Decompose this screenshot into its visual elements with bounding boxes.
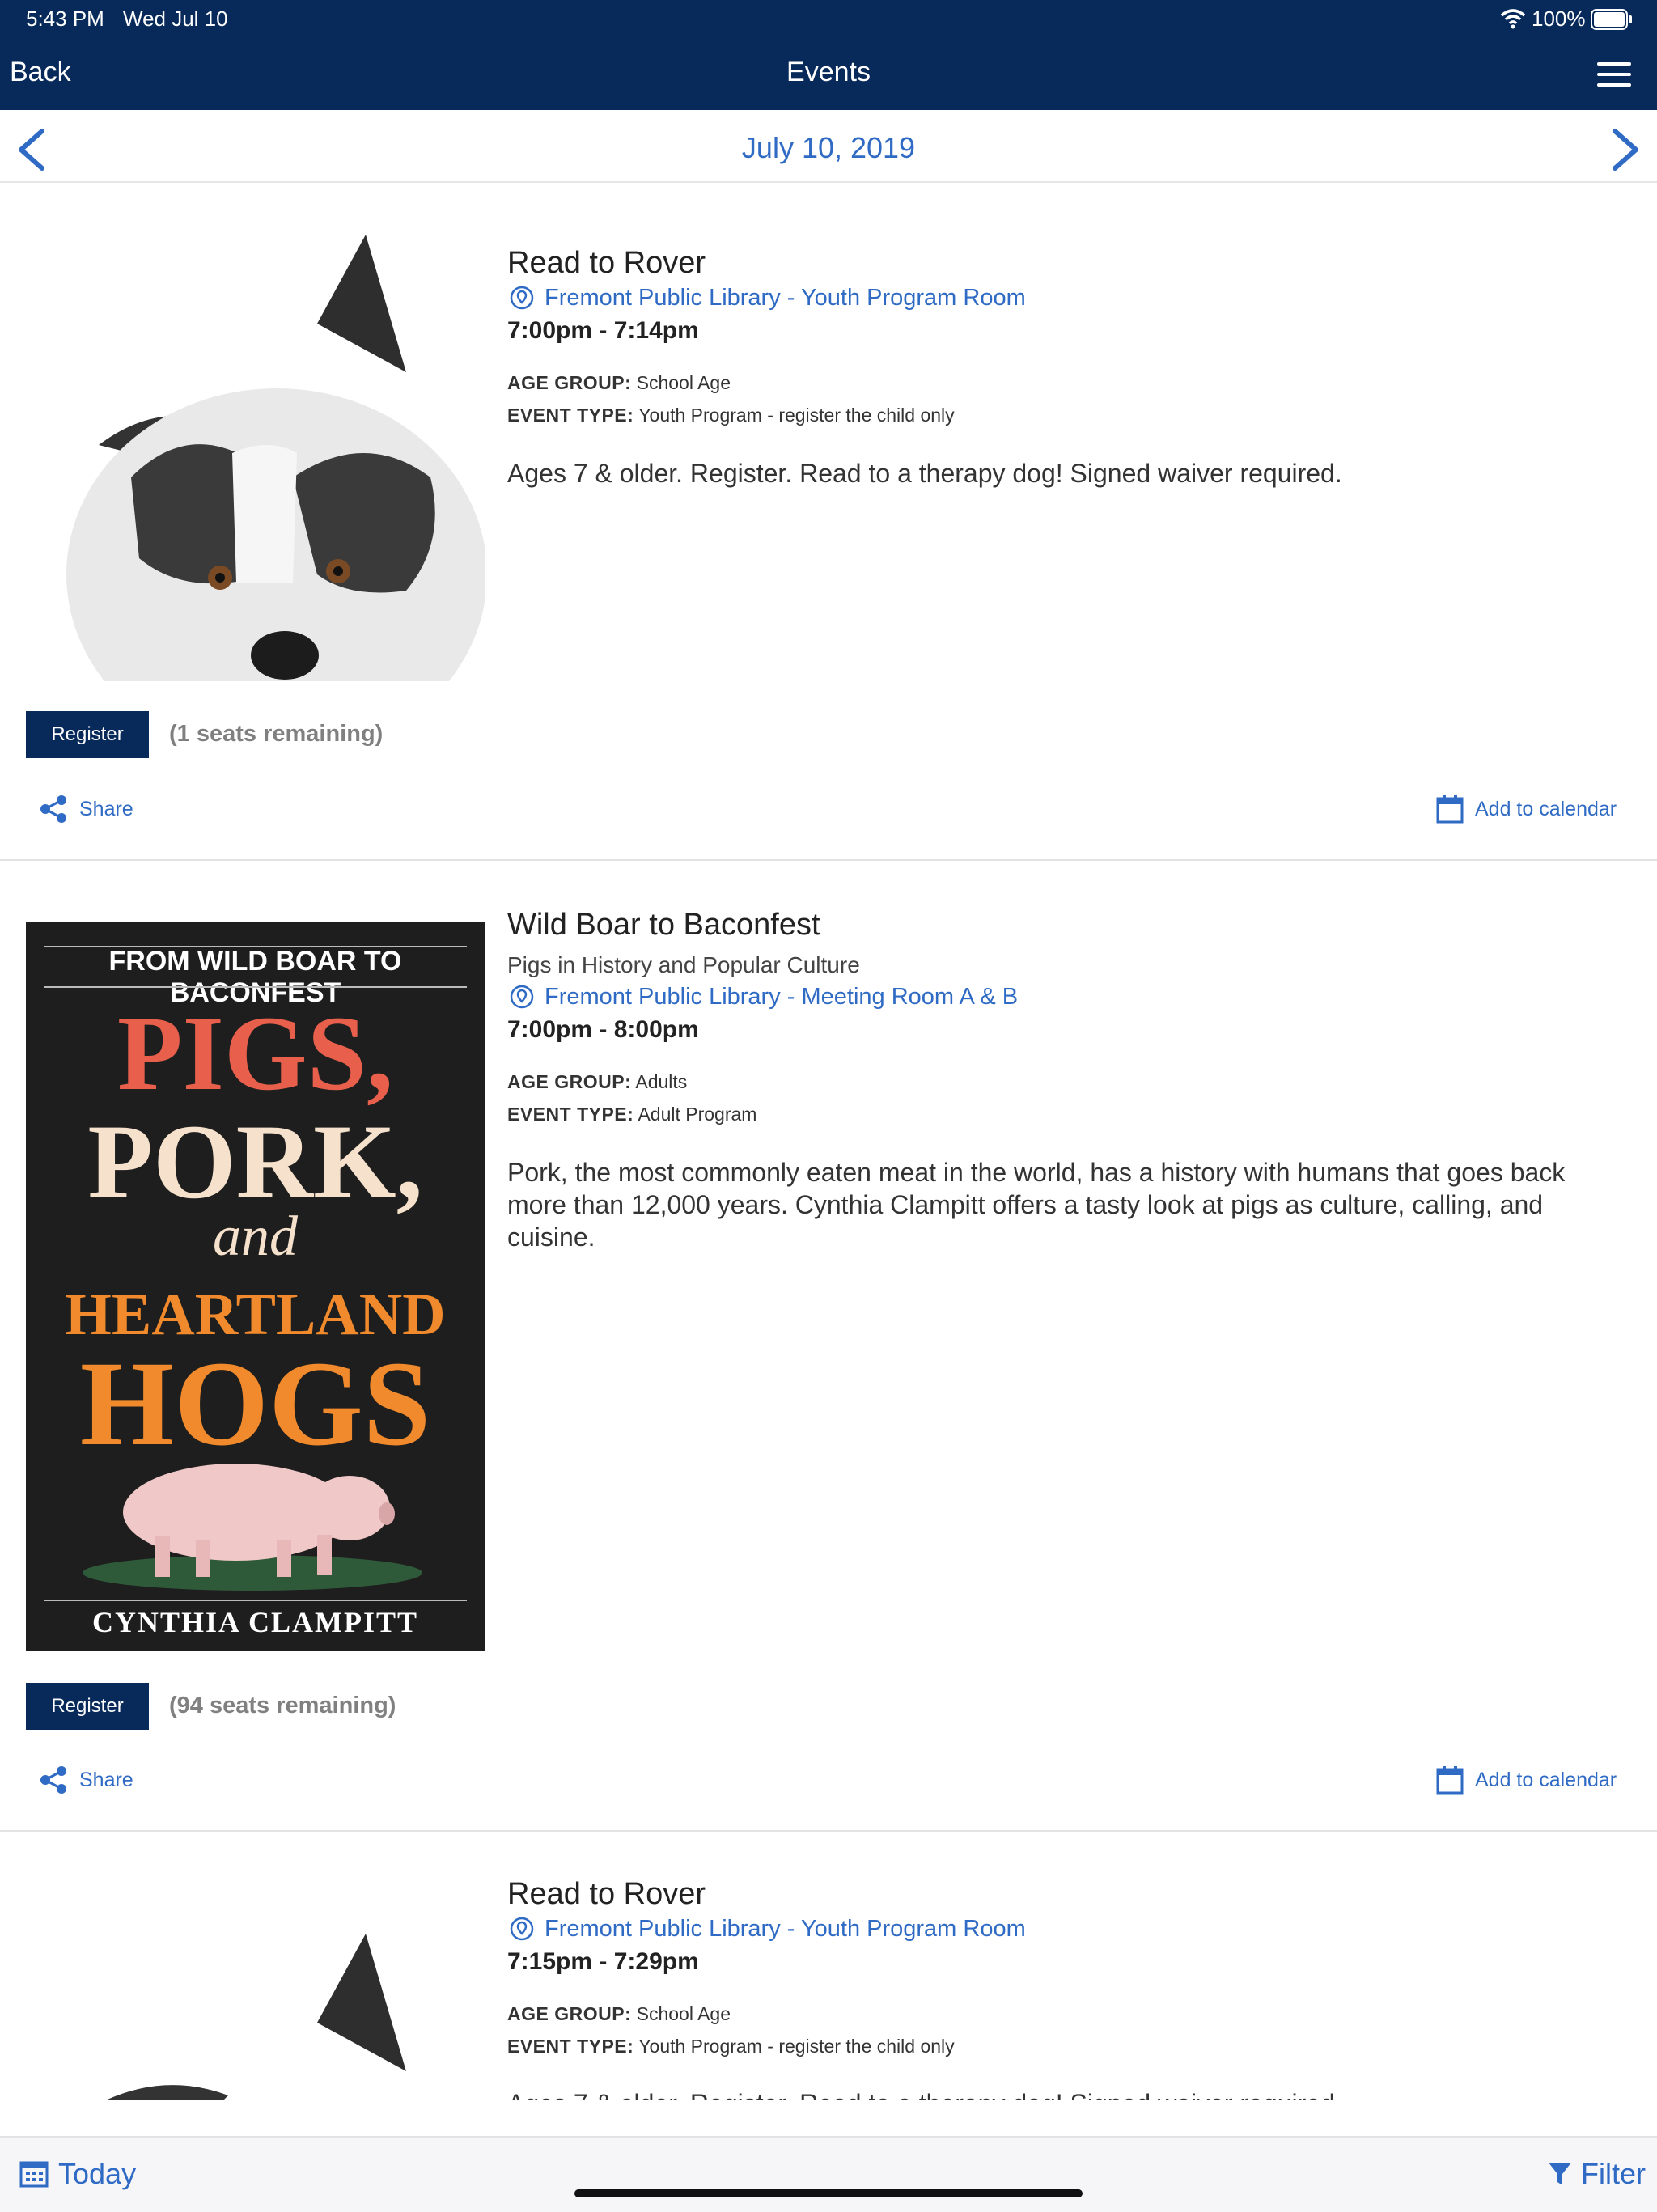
age-group: AGE GROUP: School Age <box>507 2003 731 2025</box>
age-group: AGE GROUP: School Age <box>507 372 731 394</box>
home-indicator <box>574 2189 1083 2197</box>
location-pin-icon <box>510 1917 534 1941</box>
event-type-label: EVENT TYPE: <box>507 2036 634 2057</box>
page-title: Events <box>786 57 871 87</box>
event-description: Ages 7 & older. Register. Read to a ther… <box>507 2087 1624 2100</box>
filter-label: Filter <box>1581 2157 1646 2190</box>
event-image-book-cover: FROM WILD BOAR TO BACONFEST PIGS, PORK, … <box>26 922 485 1651</box>
event-location-link[interactable]: Fremont Public Library - Youth Program R… <box>545 1916 1026 1943</box>
share-label: Share <box>79 1769 133 1791</box>
cover-title-line3: and <box>213 1206 298 1268</box>
event-type: EVENT TYPE: Youth Program - register the… <box>507 2036 955 2057</box>
date-bar: July 10, 2019 <box>0 110 1657 183</box>
age-group-value: Adults <box>635 1071 688 1092</box>
event-image-dog <box>105 1934 406 2100</box>
event-image-dog <box>26 235 487 761</box>
event-description: Pork, the most commonly eaten meat in th… <box>507 1158 1566 1252</box>
add-to-calendar-label: Add to calendar <box>1475 1769 1617 1791</box>
status-time: 5:43 PM <box>26 6 104 31</box>
calendar-icon <box>19 2161 49 2188</box>
event-type-value: Youth Program - register the child only <box>638 2036 955 2057</box>
calendar-icon <box>1436 1766 1464 1795</box>
battery-percent: 100% <box>1532 6 1586 31</box>
location-pin-icon <box>510 286 534 310</box>
event-type: EVENT TYPE: Adult Program <box>507 1104 756 1125</box>
event-type-label: EVENT TYPE: <box>507 1104 634 1125</box>
calendar-icon <box>1436 795 1464 824</box>
event-location-link[interactable]: Fremont Public Library - Youth Program R… <box>545 285 1026 311</box>
add-to-calendar-button[interactable]: Add to calendar <box>1436 1765 1630 1795</box>
add-to-calendar-button[interactable]: Add to calendar <box>1436 795 1630 824</box>
event-time: 7:00pm - 7:14pm <box>507 317 699 344</box>
add-to-calendar-label: Add to calendar <box>1475 798 1617 820</box>
register-button[interactable]: Register <box>26 711 149 758</box>
share-icon <box>40 1766 66 1794</box>
location-pin-icon <box>510 985 534 1009</box>
register-button[interactable]: Register <box>26 1683 149 1730</box>
age-group-value: School Age <box>636 372 731 393</box>
event-location-link[interactable]: Fremont Public Library - Meeting Room A … <box>545 984 1018 1011</box>
filter-button[interactable]: Filter <box>1547 2155 1646 2191</box>
divider <box>0 859 1657 861</box>
menu-icon[interactable] <box>1597 61 1631 88</box>
event-time: 7:00pm - 8:00pm <box>507 1016 699 1043</box>
cover-author: CYNTHIA CLAMPITT <box>91 1606 419 1638</box>
navigation-bar: Back Events <box>0 39 1657 110</box>
share-icon <box>40 795 66 823</box>
event-title[interactable]: Read to Rover <box>507 1877 706 1912</box>
event-type-value: Adult Program <box>638 1104 757 1125</box>
current-date: July 10, 2019 <box>741 131 916 164</box>
event-type-label: EVENT TYPE: <box>507 405 634 426</box>
event-title[interactable]: Wild Boar to Baconfest <box>507 908 820 943</box>
today-label: Today <box>58 2157 137 2190</box>
seats-remaining: (1 seats remaining) <box>169 721 384 747</box>
event-title[interactable]: Read to Rover <box>507 246 706 281</box>
event-description: Ages 7 & older. Register. Read to a ther… <box>507 459 1342 488</box>
age-group-label: AGE GROUP: <box>507 372 632 393</box>
age-group-label: AGE GROUP: <box>507 1071 632 1092</box>
seats-remaining: (94 seats remaining) <box>169 1693 396 1718</box>
age-group-value: School Age <box>636 2003 731 2024</box>
cover-rule <box>44 986 467 988</box>
event-subtitle: Pigs in History and Popular Culture <box>507 952 860 977</box>
wifi-icon <box>1500 9 1526 29</box>
bottom-toolbar: Today Filter <box>0 2136 1657 2212</box>
event-time: 7:15pm - 7:29pm <box>507 1948 699 1975</box>
cover-title-line1: PIGS, <box>117 994 394 1112</box>
event-type: EVENT TYPE: Youth Program - register the… <box>507 405 955 426</box>
status-date: Wed Jul 10 <box>123 6 228 31</box>
pig-illustration <box>83 1464 422 1591</box>
age-group: AGE GROUP: Adults <box>507 1071 687 1093</box>
filter-icon <box>1549 2163 1571 2185</box>
event-type-value: Youth Program - register the child only <box>638 405 955 426</box>
cover-rule <box>44 1600 467 1601</box>
share-label: Share <box>79 798 133 820</box>
battery-icon <box>1591 9 1632 30</box>
status-bar: 5:43 PM Wed Jul 10 100% <box>0 0 1657 39</box>
chevron-right-icon[interactable] <box>1610 128 1642 172</box>
event-card-clipped: Read to Rover Fremont Public Library - Y… <box>0 1832 1657 2100</box>
age-group-label: AGE GROUP: <box>507 2003 632 2024</box>
